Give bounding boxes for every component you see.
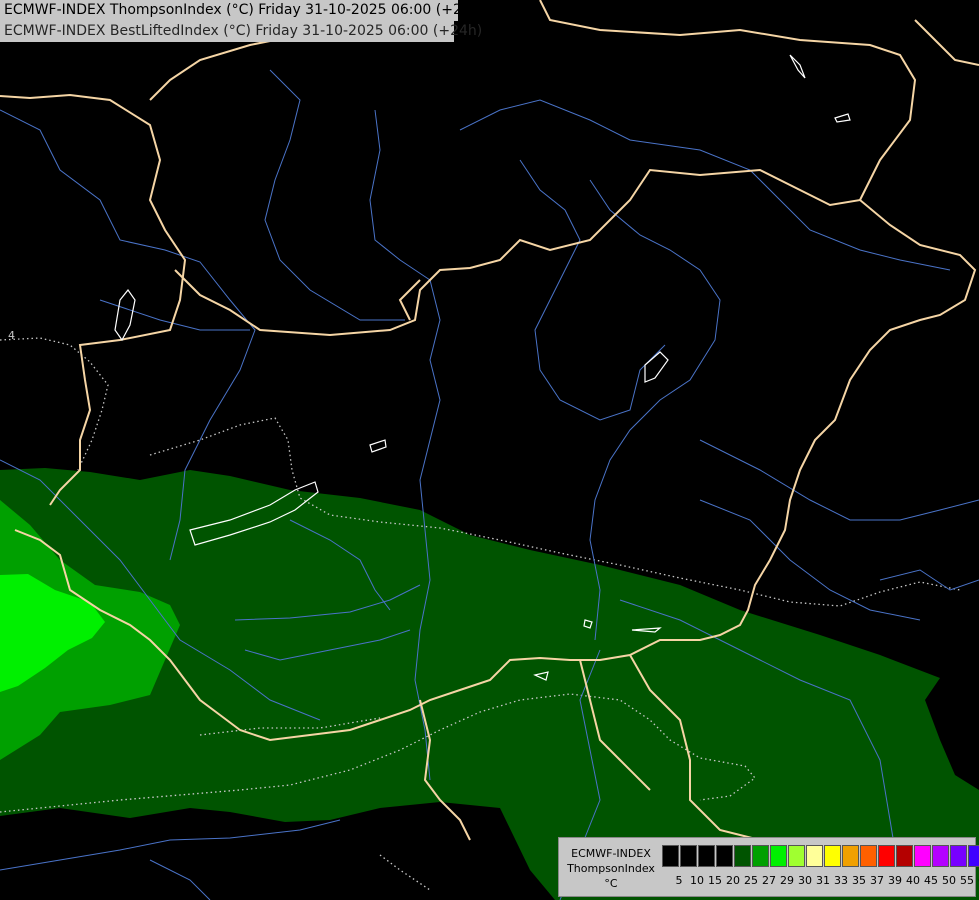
legend-swatch-17 <box>968 845 979 867</box>
legend-swatch-9 <box>824 845 841 867</box>
legend-tick: 55 <box>960 874 974 887</box>
river-15 <box>149 859 211 900</box>
legend-swatch-8 <box>806 845 823 867</box>
legend-tick: 5 <box>675 874 683 887</box>
legend-tick: 45 <box>924 874 938 887</box>
legend-model: ECMWF-INDEX <box>571 847 651 860</box>
map-title-thompson-index: ECMWF-INDEX ThompsonIndex (°C) Friday 31… <box>0 0 485 21</box>
index-shading <box>0 468 979 900</box>
legend-swatch-6 <box>770 845 787 867</box>
legend-swatch-10 <box>842 845 859 867</box>
legend-tick: 40 <box>906 874 920 887</box>
legend-tick: 37 <box>870 874 884 887</box>
country-border-4 <box>539 0 917 201</box>
legend-swatch-3 <box>716 845 733 867</box>
legend-swatch-0 <box>662 845 679 867</box>
legend-swatch-14 <box>914 845 931 867</box>
legend-swatch-16 <box>950 845 967 867</box>
lake-1 <box>114 288 136 342</box>
legend-tick: 20 <box>726 874 740 887</box>
river-17 <box>699 439 979 521</box>
legend-swatch-7 <box>788 845 805 867</box>
legend-tick: 29 <box>780 874 794 887</box>
legend-tick: 35 <box>852 874 866 887</box>
legend-tick: 25 <box>744 874 758 887</box>
contour-line-0 <box>0 337 109 471</box>
legend-unit: °C <box>604 877 618 890</box>
contour-line-4 <box>379 854 431 891</box>
legend-swatch-2 <box>698 845 715 867</box>
legend-swatch-1 <box>680 845 697 867</box>
legend-swatch-13 <box>896 845 913 867</box>
map-title-best-lifted-index: ECMWF-INDEX BestLiftedIndex (°C) Friday … <box>0 21 482 42</box>
lake-5 <box>644 351 669 383</box>
weather-map-viewer: 4 ECMWF-INDEX ThompsonIndex (°C) Friday … <box>0 0 979 900</box>
legend-tick: 15 <box>708 874 722 887</box>
legend-swatch-4 <box>734 845 751 867</box>
legend-tick: 50 <box>942 874 956 887</box>
legend-swatches <box>662 845 979 867</box>
legend-tick: 30 <box>798 874 812 887</box>
contour-label: 4 <box>8 329 15 342</box>
legend-tick: 27 <box>762 874 776 887</box>
legend-swatch-11 <box>860 845 877 867</box>
lake-2 <box>369 439 387 453</box>
river-13 <box>879 569 979 591</box>
country-border-5 <box>914 19 979 66</box>
river-14 <box>0 819 341 871</box>
legend-tick: 39 <box>888 874 902 887</box>
river-12 <box>699 499 921 621</box>
lake-4 <box>834 113 851 123</box>
legend-swatch-15 <box>932 845 949 867</box>
color-legend: ECMWF-INDEX ThompsonIndex °C 5 10 15 20 25 27… <box>558 837 979 897</box>
legend-parameter: ThompsonIndex <box>567 862 655 875</box>
river-1 <box>264 69 405 321</box>
river-3 <box>519 159 666 421</box>
forecast-map: 4 <box>0 0 979 900</box>
legend-labels: ECMWF-INDEX ThompsonIndex °C <box>563 846 659 891</box>
lake-3 <box>789 54 806 79</box>
legend-swatch-5 <box>752 845 769 867</box>
legend-tick: 31 <box>816 874 830 887</box>
legend-tick: 10 <box>690 874 704 887</box>
legend-tick: 33 <box>834 874 848 887</box>
country-border-0 <box>0 93 187 506</box>
legend-swatch-12 <box>878 845 895 867</box>
